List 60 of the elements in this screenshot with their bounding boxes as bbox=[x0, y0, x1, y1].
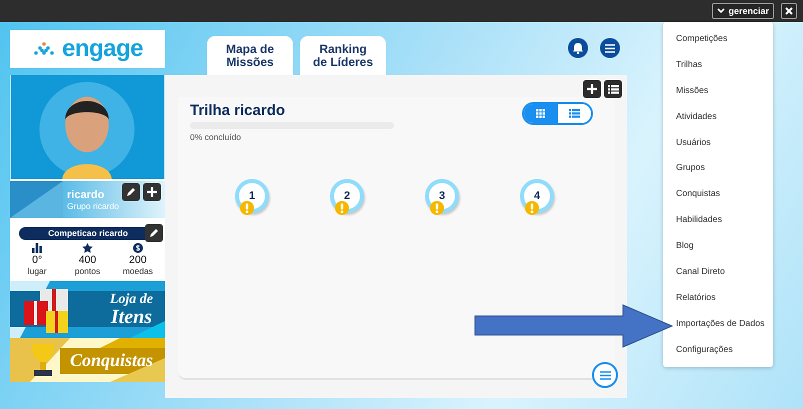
bell-icon bbox=[573, 42, 583, 54]
close-icon bbox=[785, 7, 793, 15]
tab[interactable]: Mapa de Missões bbox=[207, 36, 293, 75]
notifications-button[interactable] bbox=[568, 38, 588, 58]
edit-button[interactable] bbox=[122, 183, 140, 201]
banner-title: Itens bbox=[110, 306, 152, 326]
menu-icon bbox=[605, 44, 615, 52]
grid-icon bbox=[536, 109, 546, 118]
menu-item[interactable]: Trilhas bbox=[663, 52, 773, 78]
list-icon bbox=[608, 84, 618, 94]
menu-item[interactable]: Importações de Dados bbox=[663, 310, 773, 337]
close-button[interactable] bbox=[781, 3, 797, 19]
menu-item[interactable]: Conquistas bbox=[663, 181, 773, 208]
menu-item[interactable]: Configurações bbox=[663, 336, 773, 363]
menu-item[interactable]: Competições bbox=[663, 26, 773, 52]
menu-item[interactable]: Atividades bbox=[663, 104, 773, 130]
coin-icon bbox=[132, 243, 143, 253]
banner-title: Conquistas bbox=[70, 351, 153, 369]
chevron-down-icon bbox=[717, 8, 726, 14]
stat-value: 400 bbox=[78, 254, 96, 266]
stat-value: 0° bbox=[32, 254, 42, 266]
view-toggle-button[interactable] bbox=[558, 104, 591, 123]
plus-icon bbox=[147, 187, 157, 197]
stat-label: pontos bbox=[74, 266, 100, 277]
menu-item[interactable]: Habilidades bbox=[663, 207, 773, 234]
list-button[interactable] bbox=[604, 80, 622, 98]
menu-item[interactable]: Usuários bbox=[663, 130, 773, 156]
stat-label: lugar bbox=[28, 266, 47, 277]
group-name: Grupo ricardo bbox=[67, 201, 119, 211]
pencil-icon bbox=[126, 187, 136, 197]
pencil-icon bbox=[149, 228, 159, 238]
plus-icon bbox=[587, 84, 597, 94]
dots-icon bbox=[32, 42, 56, 56]
logo: engage bbox=[10, 30, 165, 68]
banner[interactable]: Loja de Itens bbox=[10, 281, 165, 338]
manage-button[interactable]: gerenciar bbox=[712, 3, 774, 19]
star-icon bbox=[82, 243, 93, 253]
edit-button[interactable] bbox=[145, 224, 163, 242]
menu-icon bbox=[600, 370, 610, 380]
menu-item[interactable]: Grupos bbox=[663, 155, 773, 182]
menu-item[interactable]: Missões bbox=[663, 78, 773, 104]
view-toggle-button[interactable] bbox=[524, 104, 558, 123]
menu-item[interactable]: Blog bbox=[663, 233, 773, 260]
stat-value: 200 bbox=[129, 254, 147, 266]
bar-chart-icon bbox=[32, 243, 42, 253]
menu-item[interactable]: Relatórios bbox=[663, 284, 773, 311]
tab[interactable]: Ranking de Líderes bbox=[300, 36, 386, 75]
add-button[interactable] bbox=[583, 80, 601, 98]
group-image bbox=[10, 181, 63, 218]
user-name: ricardo bbox=[67, 189, 106, 201]
menu-item[interactable]: Canal Direto bbox=[663, 259, 773, 285]
menu-button[interactable] bbox=[600, 38, 620, 58]
list-icon bbox=[568, 109, 580, 118]
trail-title: Trilha ricardo bbox=[190, 102, 286, 119]
menu-button[interactable] bbox=[592, 362, 618, 388]
banner-title: Loja de bbox=[110, 292, 153, 306]
stat-label: moedas bbox=[122, 266, 153, 277]
add-button[interactable] bbox=[143, 183, 161, 201]
view-toggle[interactable] bbox=[522, 102, 593, 125]
progress-text: 0% concluído bbox=[190, 132, 242, 142]
